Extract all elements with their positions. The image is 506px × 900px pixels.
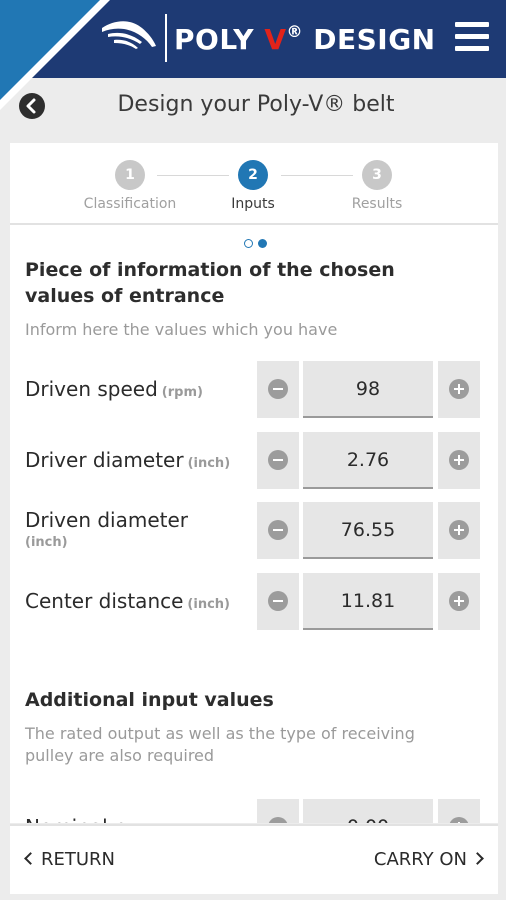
corner-accent (0, 0, 110, 110)
field-unit: (inch) (187, 597, 230, 612)
content-card: 1 Classification 2 Inputs 3 Results Piec… (10, 143, 498, 823)
decrement-button[interactable] (257, 573, 299, 630)
carry-on-button[interactable]: CARRY ON (373, 849, 484, 870)
minus-icon (268, 520, 288, 540)
minus-icon (268, 591, 288, 611)
input-row-driven-speed: Driven speed (rpm) (10, 361, 498, 419)
brand-part2: DESIGN (303, 23, 436, 56)
nominal-power-field (303, 799, 433, 823)
step-results[interactable]: 3 Results (322, 160, 432, 212)
minus-icon (268, 450, 288, 470)
increment-button[interactable] (438, 502, 480, 559)
hamburger-menu-icon[interactable] (455, 22, 489, 52)
driver-diameter-input[interactable] (303, 432, 433, 487)
section2-subtitle: The rated output as well as the type of … (25, 723, 485, 767)
driven-speed-field (303, 361, 433, 418)
field-label-text: Driver diameter (25, 448, 184, 472)
increment-button[interactable] (438, 432, 480, 489)
plus-icon (449, 591, 469, 611)
field-label: Driven diameter (25, 508, 189, 532)
field-label: Center distance (inch) (25, 589, 230, 613)
brand-v: V (264, 23, 287, 56)
center-distance-input[interactable] (303, 573, 433, 628)
input-row-driver-diameter: Driver diameter (inch) (10, 432, 498, 490)
driver-diameter-field (303, 432, 433, 489)
step-classification[interactable]: 1 Classification (75, 160, 185, 212)
plus-icon (449, 817, 469, 823)
page-dot-active[interactable] (258, 239, 267, 248)
plus-icon (449, 379, 469, 399)
decrement-button[interactable] (257, 799, 299, 823)
section-subtitle: Inform here the values which you have (25, 320, 338, 339)
footer-nav: RETURN CARRY ON (10, 824, 498, 894)
step-indicator: 1 Classification 2 Inputs 3 Results (10, 143, 498, 225)
field-label-text: Center distance (25, 589, 184, 613)
section2-subtitle-line: pulley are also required (25, 746, 215, 765)
driven-diameter-input[interactable] (303, 502, 433, 557)
page-dot-inactive[interactable] (244, 239, 253, 248)
field-label-text: Driven speed (25, 377, 158, 401)
decrement-button[interactable] (257, 432, 299, 489)
field-unit: (inch) (187, 456, 231, 471)
decrement-button[interactable] (257, 361, 299, 418)
field-label: Nominal p (25, 815, 127, 823)
step-label: Inputs (231, 196, 275, 212)
center-distance-field (303, 573, 433, 630)
field-unit: (inch) (25, 535, 68, 550)
decrement-button[interactable] (257, 502, 299, 559)
return-label: RETURN (41, 849, 116, 870)
field-label: Driver diameter (inch) (25, 448, 230, 472)
brand-part1: POLY (174, 23, 265, 56)
plus-icon (449, 450, 469, 470)
increment-button[interactable] (438, 799, 480, 823)
input-row-driven-diameter: Driven diameter (inch) (10, 502, 498, 560)
field-label: Driven speed (rpm) (25, 377, 203, 401)
brand-wordmark: POLY V® DESIGN (174, 22, 436, 56)
section2-title: Additional input values (25, 689, 274, 711)
plus-icon (449, 520, 469, 540)
step-number: 1 (115, 160, 145, 190)
step-number: 2 (238, 160, 268, 190)
step-label: Results (351, 196, 403, 212)
minus-icon (268, 379, 288, 399)
logo-divider (165, 14, 167, 62)
carry-on-label: CARRY ON (373, 849, 467, 870)
step-inputs[interactable]: 2 Inputs (198, 160, 308, 212)
increment-button[interactable] (438, 361, 480, 418)
section-title-line: Piece of information of the chosen (25, 259, 395, 281)
return-button[interactable]: RETURN (24, 849, 116, 870)
nominal-power-input[interactable] (303, 799, 433, 823)
step-number: 3 (362, 160, 392, 190)
increment-button[interactable] (438, 573, 480, 630)
input-row-center-distance: Center distance (inch) (10, 573, 498, 631)
input-row-nominal-power: Nominal p (10, 799, 498, 823)
chevron-right-icon (471, 852, 484, 865)
field-unit: (rpm) (161, 385, 203, 400)
driven-diameter-field (303, 502, 433, 559)
minus-icon (268, 817, 288, 823)
chevron-left-icon (24, 852, 37, 865)
form-scroll-area[interactable]: Piece of information of the chosen value… (10, 253, 498, 823)
section-title: Piece of information of the chosen value… (25, 257, 395, 309)
step-label: Classification (83, 196, 177, 212)
section2-subtitle-line: The rated output as well as the type of … (25, 724, 415, 743)
driven-speed-input[interactable] (303, 361, 433, 416)
brand-registered: ® (286, 22, 303, 41)
section-title-line: values of entrance (25, 285, 225, 307)
